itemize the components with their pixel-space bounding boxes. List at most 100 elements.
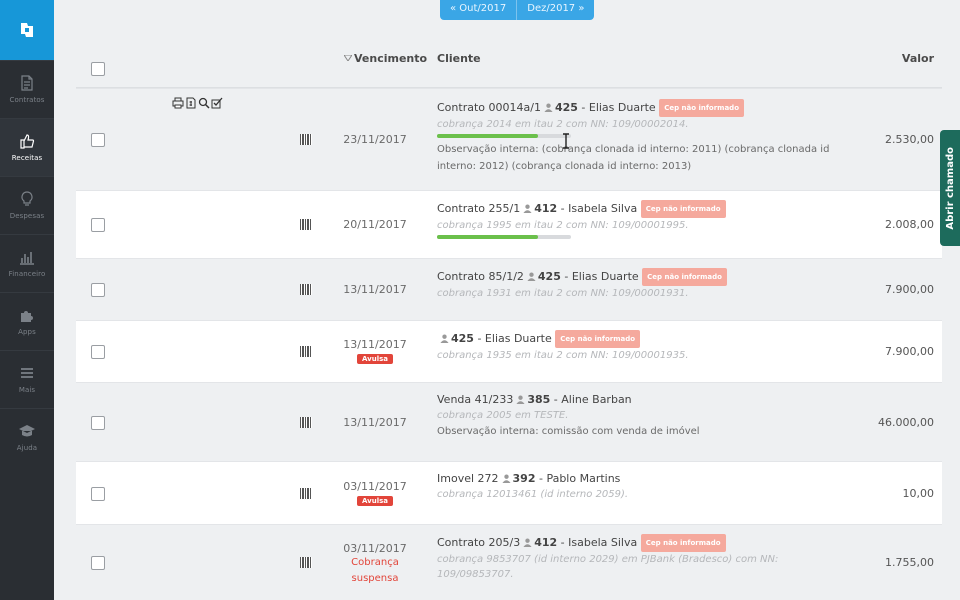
sidebar-item-label: Mais (18, 386, 36, 394)
client-id[interactable]: 425 (538, 270, 561, 283)
progress-fill (437, 134, 538, 138)
client-name[interactable]: - Aline Barban (550, 393, 632, 406)
header-vencimento[interactable]: Vencimento (343, 52, 428, 65)
select-all-checkbox[interactable] (91, 62, 105, 76)
person-icon (516, 395, 525, 404)
graduation-cap-icon (19, 425, 35, 437)
header-cliente[interactable]: Cliente (437, 52, 481, 65)
invoice-icon[interactable] (185, 97, 197, 109)
printer-icon[interactable] (172, 97, 184, 109)
client-line: Venda 41/233 385 - Aline Barban (437, 392, 857, 408)
client-name[interactable]: - Elias Duarte (474, 332, 551, 345)
receivables-table: Vencimento Cliente Valor 23/11/2017 Contr… (76, 40, 942, 600)
sidebar-item-mais[interactable]: Mais (0, 350, 54, 408)
person-icon (440, 334, 449, 343)
client-name[interactable]: - Pablo Martins (535, 472, 620, 485)
sidebar-item-apps[interactable]: Apps (0, 292, 54, 350)
sort-down-icon (343, 54, 353, 62)
sidebar-item-label: Ajuda (16, 444, 38, 452)
header-vencimento-label: Vencimento (354, 52, 428, 65)
table-row[interactable]: 13/11/2017 Venda 41/233 385 - Aline Barban… (76, 382, 942, 461)
row-checkbox[interactable] (91, 218, 105, 232)
barcode-icon[interactable] (300, 557, 312, 568)
due-date: 03/11/2017 (343, 479, 407, 493)
row-checkbox[interactable] (91, 556, 105, 570)
client-id[interactable]: 425 (555, 101, 578, 114)
row-checkbox[interactable] (91, 283, 105, 297)
row-checkbox[interactable] (91, 486, 105, 501)
document-ref[interactable]: Contrato 00014a/1 (437, 101, 541, 114)
sidebar-item-label: Despesas (9, 212, 45, 220)
table-row[interactable]: 13/11/2017 Avulsa 425 - Elias Duarte Cep n… (76, 320, 942, 382)
due-date: 20/11/2017 (343, 218, 407, 231)
sidebar-item-label: Contratos (9, 96, 45, 104)
table-row[interactable]: 03/11/2017 Avulsa Imovel 272 392 - Pablo Ma… (76, 461, 942, 524)
person-icon (527, 272, 536, 281)
client-name[interactable]: - Elias Duarte (561, 270, 638, 283)
table-row[interactable]: 13/11/2017 Contrato 85/1/2 425 - Elias Dua… (76, 258, 942, 320)
due-date-cell: 20/11/2017 (330, 218, 420, 231)
document-ref[interactable]: Contrato 205/3 (437, 536, 520, 549)
sidebar-item-receitas[interactable]: Receitas (0, 118, 54, 176)
next-month-button[interactable]: Dez/2017 » (516, 0, 594, 20)
progress-fill (437, 235, 538, 239)
row-checkbox[interactable] (91, 345, 105, 359)
cep-warning-badge: Cep não informado (555, 330, 641, 348)
progress-bar (437, 134, 571, 138)
document-ref[interactable]: Contrato 85/1/2 (437, 270, 524, 283)
app-logo[interactable] (0, 0, 54, 60)
client-id[interactable]: 392 (513, 472, 536, 485)
row-actions (172, 97, 223, 109)
sidebar-item-label: Receitas (11, 154, 43, 162)
sidebar-item-ajuda[interactable]: Ajuda (0, 408, 54, 466)
client-id[interactable]: 385 (527, 393, 550, 406)
header-valor[interactable]: Valor (902, 52, 934, 65)
client-cell: Contrato 255/1 412 - Isabela Silva Cep nã… (437, 200, 857, 242)
prev-month-button[interactable]: « Out/2017 (440, 0, 516, 20)
table-row[interactable]: 23/11/2017 Contrato 00014a/1 425 - Elias D… (76, 88, 942, 190)
document-ref[interactable]: Venda 41/233 (437, 393, 513, 406)
document-ref[interactable]: Imovel 272 (437, 472, 499, 485)
sidebar: Contratos Receitas Despesas Financeiro Apps M… (0, 0, 54, 600)
sidebar-item-despesas[interactable]: Despesas (0, 176, 54, 234)
bar-chart-icon (20, 252, 34, 265)
person-icon (501, 474, 511, 483)
barcode-icon[interactable] (300, 416, 312, 428)
client-name[interactable]: - Isabela Silva (557, 536, 638, 549)
main-content: « Out/2017 Dez/2017 » Vencimento Cliente… (54, 0, 960, 600)
client-line: Imovel 272 392 - Pablo Martins (437, 471, 857, 487)
client-line: 425 - Elias Duarte Cep não informado (437, 330, 857, 348)
charge-info: cobrança 1935 em itau 2 com NN: 109/0000… (437, 350, 689, 361)
barcode-icon[interactable] (300, 219, 312, 230)
table-row[interactable]: 20/11/2017 Contrato 255/1 412 - Isabela Si… (76, 190, 942, 258)
due-date-cell: 13/11/2017 Avulsa (330, 338, 420, 364)
amount: 2.530,00 (885, 133, 934, 146)
client-id[interactable]: 412 (534, 202, 557, 215)
due-date: 23/11/2017 (343, 133, 407, 146)
client-id[interactable]: 425 (451, 332, 474, 345)
client-name[interactable]: - Isabela Silva (557, 202, 638, 215)
due-date-cell: 03/11/2017 Cobrança suspensa (330, 542, 420, 587)
barcode-icon[interactable] (300, 487, 312, 499)
due-date-cell: 23/11/2017 (330, 133, 420, 146)
barcode-icon[interactable] (300, 284, 312, 295)
amount: 7.900,00 (885, 283, 934, 296)
person-icon (523, 204, 532, 213)
barcode-icon[interactable] (300, 346, 312, 357)
lightbulb-icon (21, 191, 33, 206)
client-name[interactable]: - Elias Duarte (578, 101, 655, 114)
barcode-icon[interactable] (300, 134, 312, 145)
open-ticket-tab[interactable]: Abrir chamado (940, 130, 960, 246)
table-row[interactable]: 03/11/2017 Cobrança suspensa Contrato 205/… (76, 524, 942, 600)
sidebar-item-label: Financeiro (8, 270, 46, 278)
row-checkbox[interactable] (91, 133, 105, 147)
document-ref[interactable]: Contrato 255/1 (437, 202, 520, 215)
check-document-icon[interactable] (211, 97, 223, 109)
row-checkbox[interactable] (91, 415, 105, 430)
client-id[interactable]: 412 (534, 536, 557, 549)
sidebar-item-financeiro[interactable]: Financeiro (0, 234, 54, 292)
search-document-icon[interactable] (198, 97, 210, 109)
sidebar-item-contratos[interactable]: Contratos (0, 60, 54, 118)
client-cell: Imovel 272 392 - Pablo Martins cobrança 12… (437, 471, 857, 502)
table-header: Vencimento Cliente Valor (76, 40, 942, 88)
